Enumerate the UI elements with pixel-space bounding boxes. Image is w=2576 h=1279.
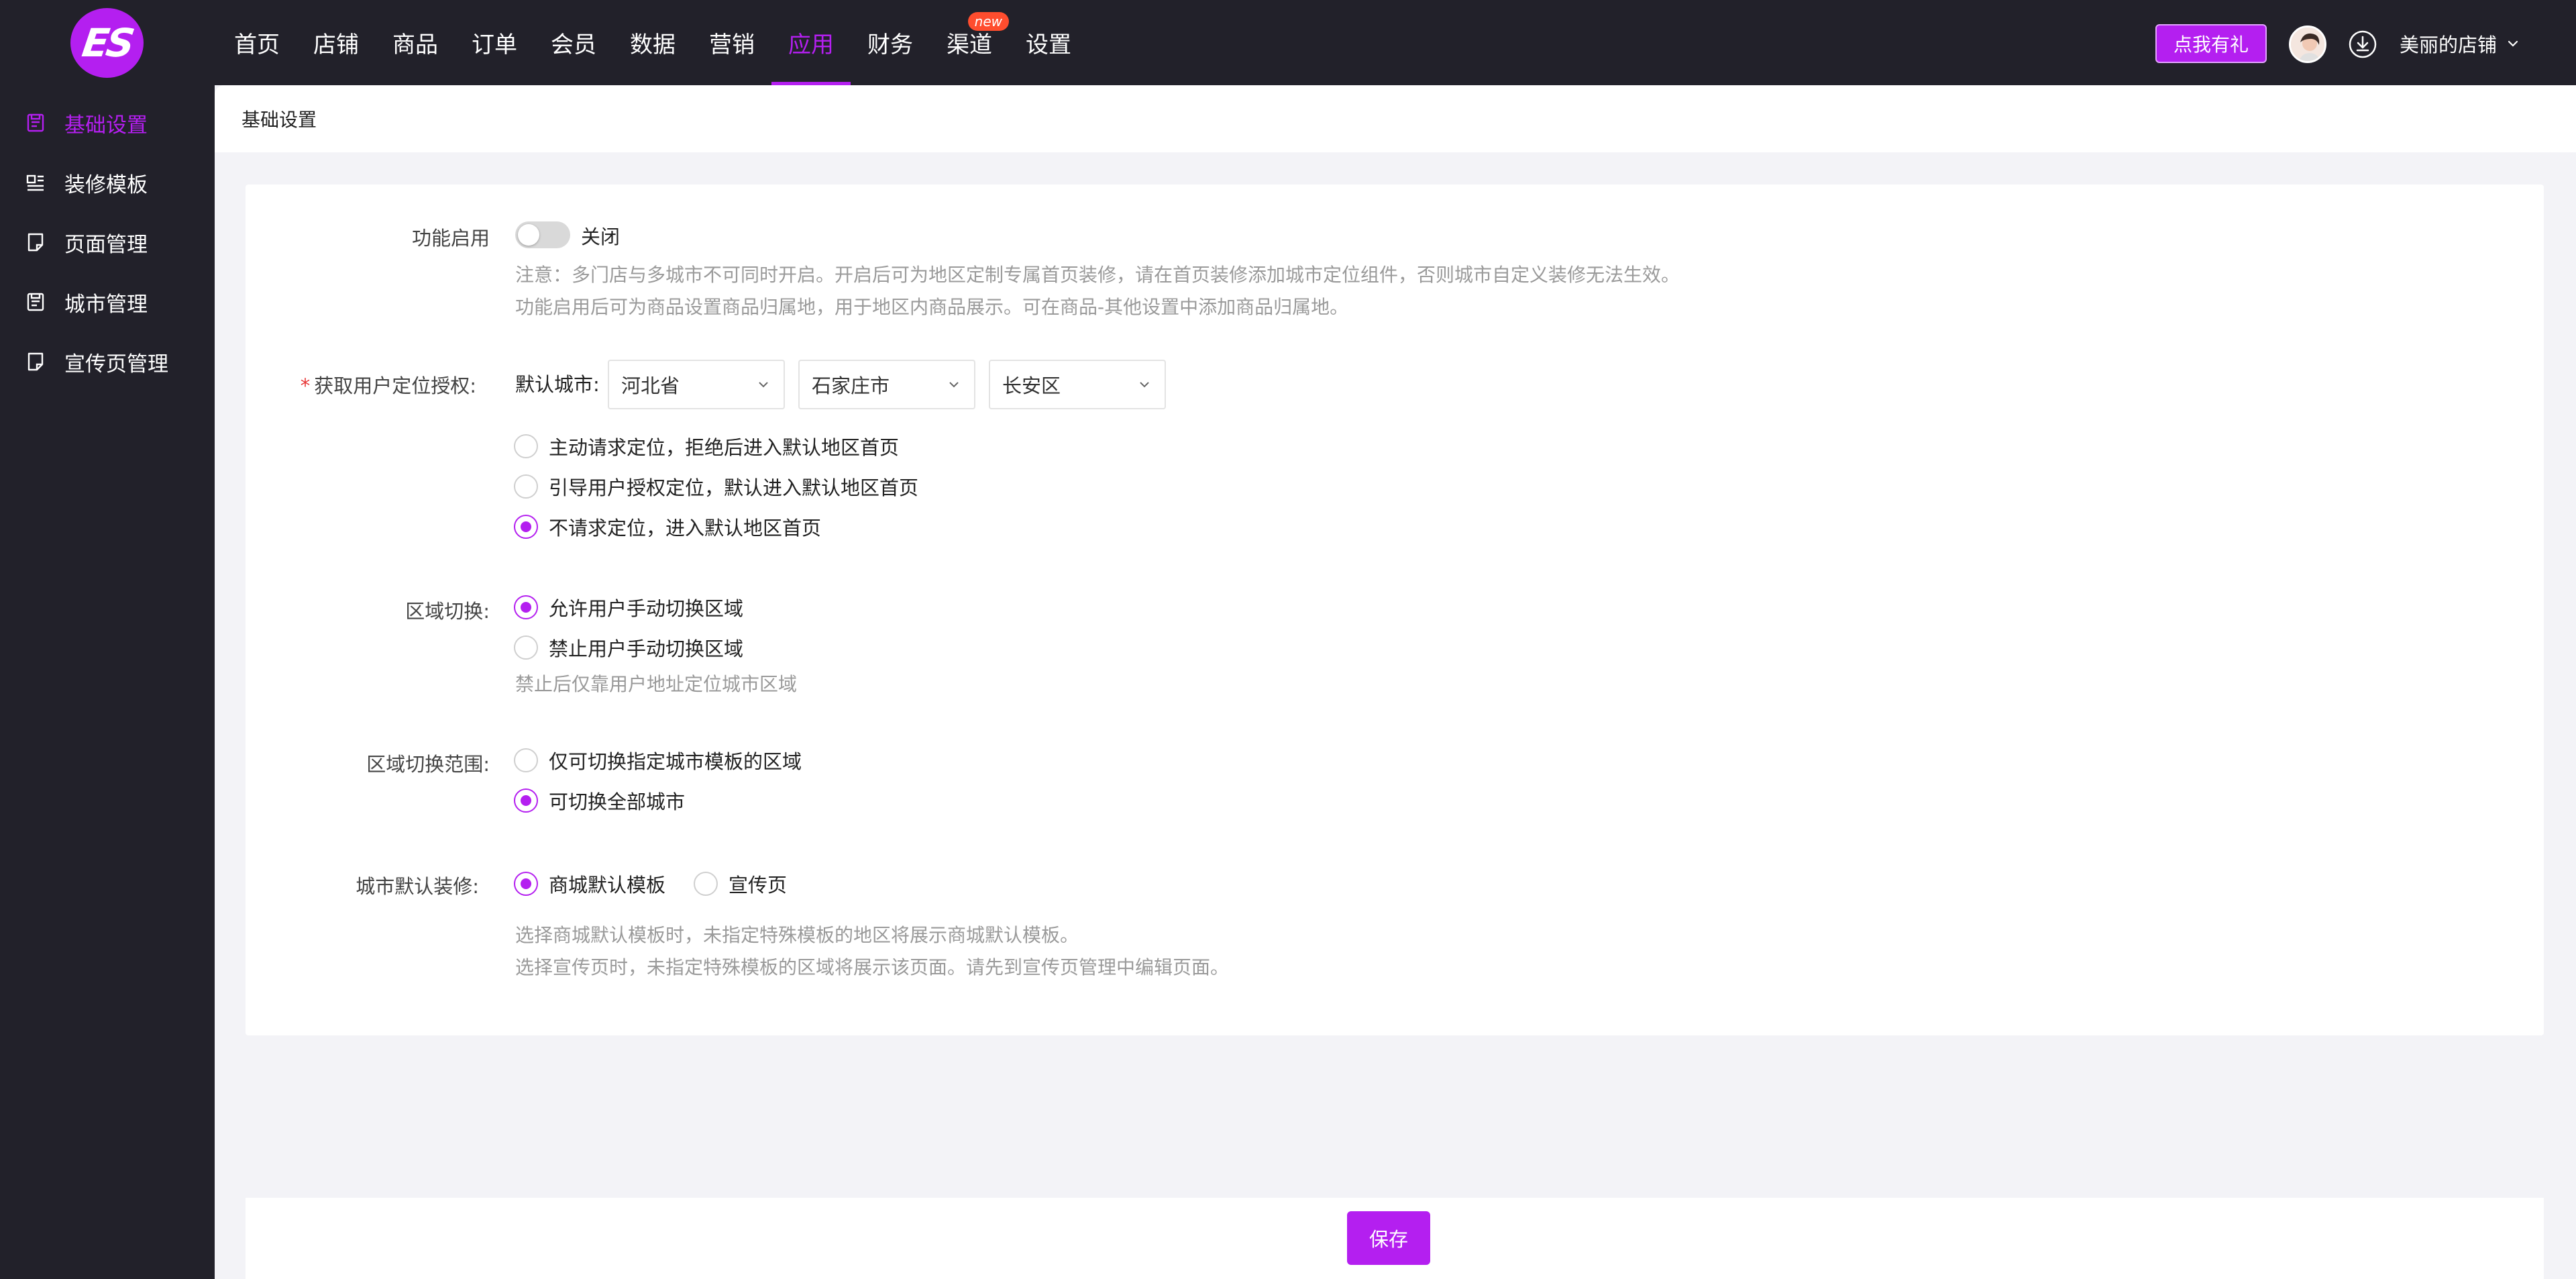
- brand-logo[interactable]: ES: [70, 8, 144, 78]
- chevron-down-icon: [949, 382, 959, 388]
- switch-scope-all-cities[interactable]: 可切换全部城市: [514, 786, 685, 815]
- switch-scope-template-only[interactable]: 仅可切换指定城市模板的区域: [514, 746, 802, 774]
- region-switch-hint: 禁止后仅靠用户地址定位城市区域: [515, 673, 798, 695]
- nav-store[interactable]: 店铺: [297, 0, 376, 85]
- avatar[interactable]: [2289, 25, 2326, 63]
- tab-basic-settings[interactable]: 基础设置: [241, 105, 317, 132]
- sidebar: 基础设置 装修模板 页面管理 城市管理 宣传页管理: [0, 85, 215, 1279]
- nav-apps[interactable]: 应用: [771, 0, 851, 85]
- nav-products[interactable]: 商品: [376, 0, 455, 85]
- top-bar: ES 首页 店铺 商品 订单 会员 数据 营销 应用 财务 渠道 new 设置 …: [0, 0, 2576, 85]
- radio-button[interactable]: [694, 872, 718, 896]
- region-switch-allow[interactable]: 允许用户手动切换区域: [514, 593, 743, 621]
- sidebar-item-promo-pages[interactable]: 宣传页管理: [25, 342, 168, 382]
- location-option-guide[interactable]: 引导用户授权定位，默认进入默认地区首页: [514, 472, 918, 501]
- download-icon[interactable]: [2348, 30, 2377, 59]
- nav-marketing[interactable]: 营销: [692, 0, 771, 85]
- nav-settings[interactable]: 设置: [1009, 0, 1088, 85]
- region-switch-label: 区域切换:: [405, 600, 490, 623]
- settings-doc-icon: [27, 113, 44, 132]
- province-select[interactable]: 河北省: [608, 360, 785, 409]
- radio-button[interactable]: [514, 474, 538, 499]
- district-select[interactable]: 长安区: [989, 360, 1166, 409]
- page-tabbar: 基础设置: [215, 85, 2576, 152]
- chevron-down-icon: [759, 382, 768, 388]
- sidebar-item-cities[interactable]: 城市管理: [25, 282, 148, 322]
- radio-button-selected[interactable]: [514, 788, 538, 813]
- nav-members[interactable]: 会员: [534, 0, 613, 85]
- save-button[interactable]: 保存: [1347, 1211, 1430, 1265]
- default-decoration-label: 城市默认装修:: [356, 875, 479, 898]
- chevron-down-icon: [1140, 382, 1149, 388]
- location-option-request[interactable]: 主动请求定位，拒绝后进入默认地区首页: [514, 432, 899, 460]
- feature-hint-2: 功能启用后可为商品设置商品归属地，用于地区内商品展示。可在商品-其他设置中添加商…: [515, 296, 1349, 318]
- sidebar-item-pages[interactable]: 页面管理: [25, 222, 148, 262]
- default-city-label: 默认城市:: [515, 373, 600, 396]
- feature-hint-1: 注意：多门店与多城市不可同时开启。开启后可为地区定制专属首页装修，请在首页装修添…: [515, 264, 1680, 286]
- decoration-hint-1: 选择商城默认模板时，未指定特殊模板的地区将展示商城默认模板。: [515, 924, 1079, 946]
- nav-data[interactable]: 数据: [613, 0, 692, 85]
- decoration-hint-2: 选择宣传页时，未指定特殊模板的区域将展示该页面。请先到宣传页管理中编辑页面。: [515, 956, 1230, 978]
- main-nav: 首页 店铺 商品 订单 会员 数据 营销 应用 财务 渠道 new 设置: [217, 0, 1088, 85]
- radio-button-selected[interactable]: [514, 872, 538, 896]
- nav-orders[interactable]: 订单: [455, 0, 534, 85]
- store-switcher[interactable]: 美丽的店铺: [2400, 27, 2520, 60]
- radio-button[interactable]: [514, 635, 538, 660]
- feature-toggle-state: 关闭: [581, 225, 621, 248]
- nav-channels[interactable]: 渠道 new: [930, 0, 1009, 85]
- new-badge: new: [967, 12, 1009, 31]
- radio-button-selected[interactable]: [514, 595, 538, 619]
- nav-finance[interactable]: 财务: [851, 0, 930, 85]
- promo-page-icon: [28, 352, 44, 371]
- gift-button[interactable]: 点我有礼: [2155, 24, 2267, 63]
- radio-button-selected[interactable]: [514, 515, 538, 539]
- decoration-promo-page[interactable]: 宣传页: [694, 870, 787, 898]
- location-auth-label: * 获取用户定位授权:: [300, 374, 476, 397]
- city-select[interactable]: 石家庄市: [798, 360, 975, 409]
- decoration-default-template[interactable]: 商城默认模板: [514, 870, 665, 898]
- sidebar-item-basic-settings[interactable]: 基础设置: [25, 103, 148, 143]
- radio-button[interactable]: [514, 748, 538, 772]
- template-icon: [26, 174, 44, 191]
- feature-enable-toggle[interactable]: [515, 221, 570, 248]
- page-icon: [28, 233, 44, 252]
- sidebar-item-templates[interactable]: 装修模板: [25, 162, 148, 203]
- chevron-down-icon: [2508, 40, 2518, 47]
- required-mark: *: [300, 374, 311, 397]
- store-name-label: 美丽的店铺: [2400, 34, 2498, 56]
- city-icon: [27, 293, 44, 311]
- nav-home[interactable]: 首页: [217, 0, 297, 85]
- radio-button[interactable]: [514, 434, 538, 458]
- location-option-none[interactable]: 不请求定位，进入默认地区首页: [514, 513, 821, 541]
- feature-enable-label: 功能启用: [411, 227, 490, 250]
- switch-scope-label: 区域切换范围:: [366, 753, 490, 776]
- region-switch-forbid[interactable]: 禁止用户手动切换区域: [514, 633, 743, 662]
